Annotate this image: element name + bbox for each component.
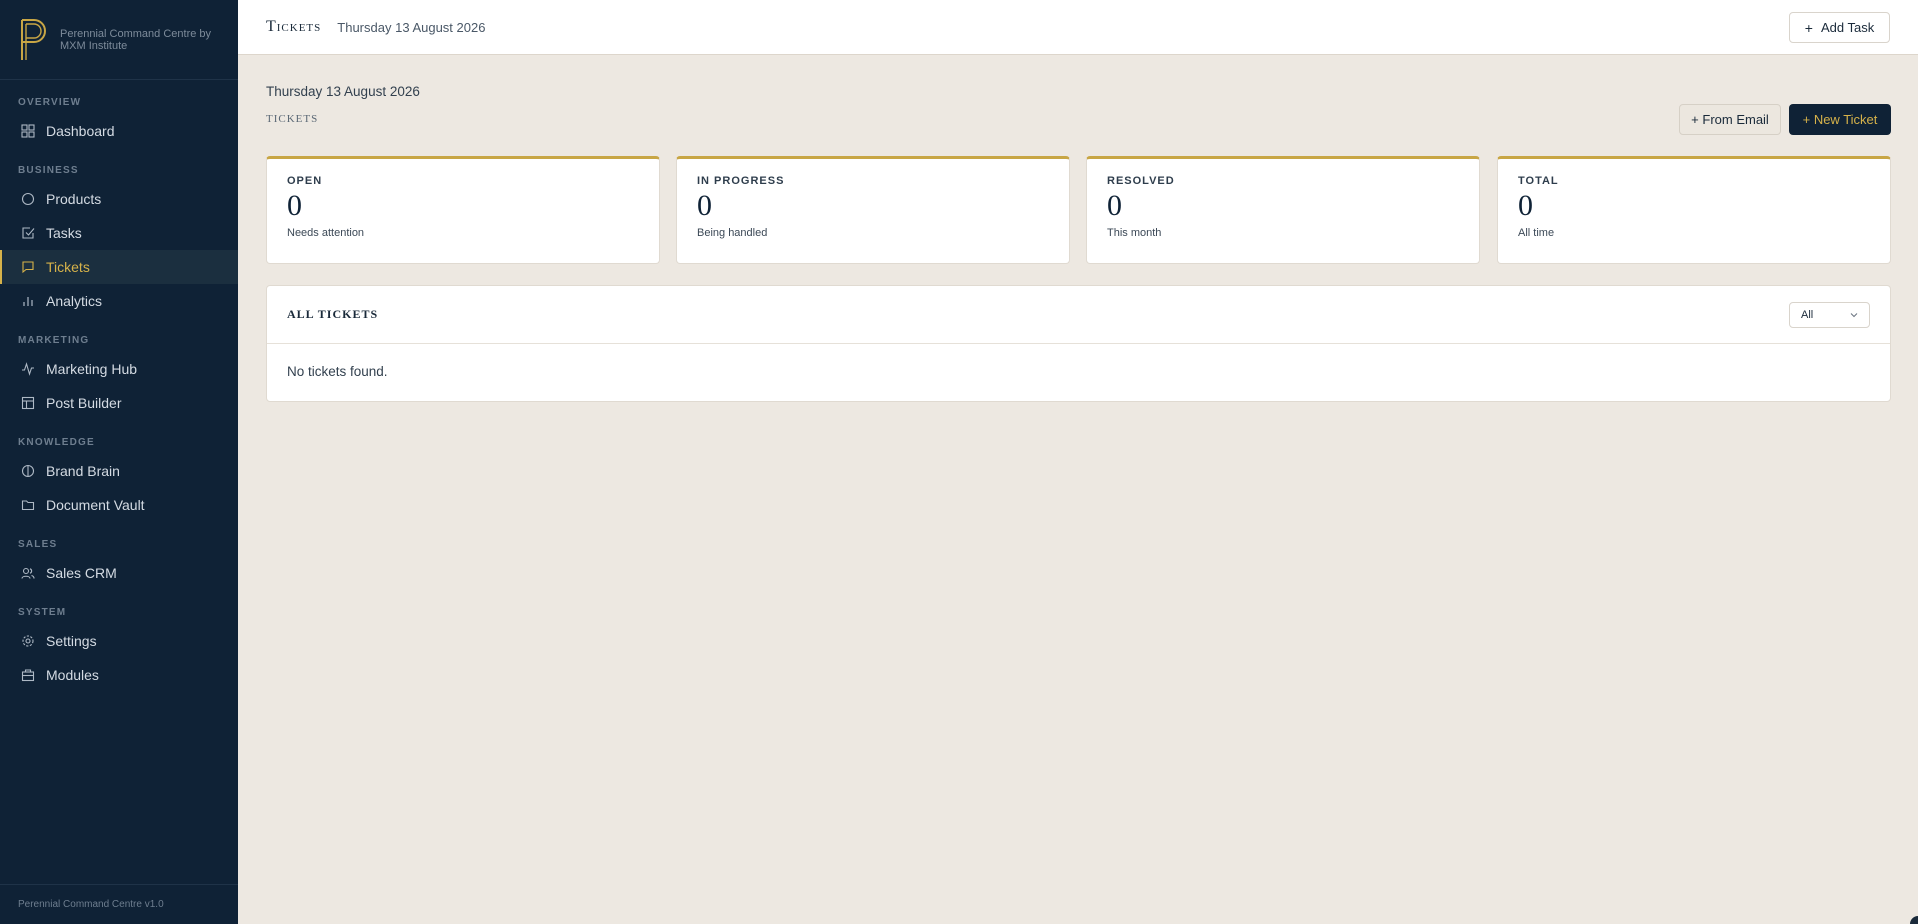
circle-icon <box>21 192 35 206</box>
sidebar-item-label: Brand Brain <box>46 463 120 479</box>
sidebar-item-document-vault[interactable]: Document Vault <box>0 488 238 522</box>
tickets-panel-title: ALL TICKETS <box>287 307 379 321</box>
sidebar-item-label: Marketing Hub <box>46 361 138 377</box>
nav-heading: SYSTEM <box>18 607 67 618</box>
topbar: Tickets Thursday 13 August 2026 + Add Ta… <box>238 0 1918 55</box>
nav-heading: MARKETING <box>18 335 90 346</box>
topbar-date: Thursday 13 August 2026 <box>337 19 486 35</box>
stat-card-in-progress: IN PROGRESS 0 Being handled <box>676 156 1070 264</box>
stat-value: 0 <box>697 189 712 222</box>
sidebar-item-label: Analytics <box>46 293 103 309</box>
brain-icon <box>21 464 35 478</box>
page-title: Tickets <box>266 18 322 35</box>
add-task-button[interactable]: + Add Task <box>1789 12 1890 43</box>
nav-section-business: BUSINESS Products Tasks Tickets Analytic… <box>0 164 238 318</box>
layout-icon <box>21 396 35 410</box>
sidebar-item-label: Post Builder <box>46 395 122 411</box>
sidebar-item-label: Modules <box>46 667 99 683</box>
stat-label: OPEN <box>287 175 323 187</box>
filter-selected-value: All <box>1801 309 1814 321</box>
sidebar-footer: Perennial Command Centre v1.0 <box>0 884 238 924</box>
stat-card-total: TOTAL 0 All time <box>1497 156 1891 264</box>
folder-icon <box>21 498 35 512</box>
stat-card-resolved: RESOLVED 0 This month <box>1086 156 1480 264</box>
sidebar-item-label: Tickets <box>46 259 90 275</box>
sidebar-item-brand-brain[interactable]: Brand Brain <box>0 454 238 488</box>
sidebar-item-products[interactable]: Products <box>0 182 238 216</box>
sidebar: Perennial Command Centre by MXM Institut… <box>0 0 238 924</box>
stats-row: OPEN 0 Needs attention IN PROGRESS 0 Bei… <box>266 156 1891 264</box>
stat-subtext: All time <box>1518 227 1555 239</box>
sidebar-item-tickets[interactable]: Tickets <box>0 250 238 284</box>
page-section-label: TICKETS <box>266 113 319 125</box>
gear-icon <box>21 634 35 648</box>
sidebar-item-label: Sales CRM <box>46 565 117 581</box>
plus-icon: + <box>1804 19 1813 36</box>
sidebar-item-label: Settings <box>46 633 97 649</box>
stat-value: 0 <box>1518 189 1533 222</box>
from-email-button[interactable]: + From Email <box>1679 104 1781 135</box>
sidebar-item-label: Document Vault <box>46 497 145 513</box>
nav-section-marketing: MARKETING Marketing Hub Post Builder <box>0 334 238 420</box>
chevron-down-icon <box>1850 313 1858 318</box>
stat-label: RESOLVED <box>1107 175 1175 187</box>
activity-icon <box>21 362 35 376</box>
sidebar-item-post-builder[interactable]: Post Builder <box>0 386 238 420</box>
tickets-empty-message: No tickets found. <box>287 364 388 379</box>
sidebar-item-modules[interactable]: Modules <box>0 658 238 692</box>
stat-label: IN PROGRESS <box>697 175 785 187</box>
stat-value: 0 <box>287 189 302 222</box>
page-date: Thursday 13 August 2026 <box>266 84 420 99</box>
sidebar-item-tasks[interactable]: Tasks <box>0 216 238 250</box>
sidebar-nav: OVERVIEW Dashboard BUSINESS Products Tas… <box>0 96 238 692</box>
nav-section-system: SYSTEM Settings Modules <box>0 606 238 692</box>
sidebar-item-label: Tasks <box>46 225 82 241</box>
chat-icon <box>21 260 35 274</box>
stat-card-open: OPEN 0 Needs attention <box>266 156 660 264</box>
sidebar-item-sales-crm[interactable]: Sales CRM <box>0 556 238 590</box>
main-content: Thursday 13 August 2026 TICKETS + From E… <box>238 56 1918 924</box>
nav-section-knowledge: KNOWLEDGE Brand Brain Document Vault <box>0 436 238 522</box>
users-icon <box>21 566 35 580</box>
brand-text: Perennial Command Centre by MXM Institut… <box>60 27 212 52</box>
brand: Perennial Command Centre by MXM Institut… <box>0 0 238 80</box>
stat-subtext: Being handled <box>697 227 768 239</box>
checkbox-icon <box>21 226 35 240</box>
nav-heading: SALES <box>18 539 58 550</box>
nav-heading: OVERVIEW <box>18 97 82 108</box>
stat-subtext: Needs attention <box>287 227 365 239</box>
tickets-panel: ALL TICKETS All No tickets found. <box>266 285 1891 402</box>
new-ticket-button[interactable]: + New Ticket <box>1789 104 1891 135</box>
package-icon <box>21 668 35 682</box>
sidebar-item-label: Dashboard <box>46 123 115 139</box>
sidebar-item-analytics[interactable]: Analytics <box>0 284 238 318</box>
sidebar-item-dashboard[interactable]: Dashboard <box>0 114 238 148</box>
stat-label: TOTAL <box>1518 175 1559 187</box>
nav-heading: KNOWLEDGE <box>18 437 95 448</box>
nav-heading: BUSINESS <box>18 165 79 176</box>
sidebar-item-settings[interactable]: Settings <box>0 624 238 658</box>
nav-section-overview: OVERVIEW Dashboard <box>0 96 238 148</box>
logo-icon <box>21 18 46 60</box>
nav-section-sales: SALES Sales CRM <box>0 538 238 590</box>
sidebar-item-marketing-hub[interactable]: Marketing Hub <box>0 352 238 386</box>
stat-subtext: This month <box>1107 227 1162 239</box>
stat-value: 0 <box>1107 189 1122 222</box>
bar-chart-icon <box>21 294 35 308</box>
tickets-panel-header: ALL TICKETS All <box>267 286 1890 344</box>
add-task-label: Add Task <box>1820 20 1875 35</box>
ticket-filter-select[interactable]: All <box>1789 302 1870 328</box>
sidebar-item-label: Products <box>46 191 102 207</box>
grid-icon <box>21 124 35 138</box>
